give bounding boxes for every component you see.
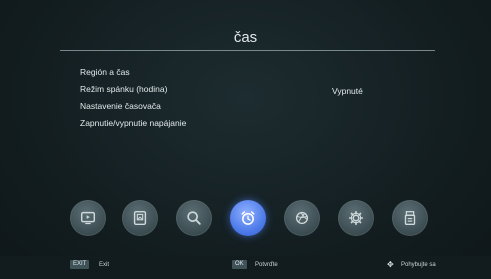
menu-item-timer-settings[interactable]: Nastavenie časovača — [80, 100, 186, 117]
sleep-mode-value: Vypnuté — [332, 86, 363, 96]
footer-hint-bar: EXIT Exit OK Potvrďte ✥ Pohybujte sa — [0, 256, 491, 279]
time-settings-menu: Región a čas Režim spánku (hodina) Nasta… — [80, 66, 186, 134]
alarm-clock-icon[interactable] — [230, 200, 266, 236]
menu-item-power-on-off[interactable]: Zapnutie/vypnutie napájanie — [80, 117, 186, 134]
search-icon[interactable] — [176, 200, 212, 236]
ok-hint-label: Potvrďte — [255, 262, 278, 268]
main-menu-icon-bar — [70, 200, 430, 240]
exit-key-badge: EXIT — [70, 260, 90, 269]
menu-item-sleep-mode[interactable]: Režim spánku (hodina) — [80, 83, 186, 100]
page-title: čas — [233, 29, 258, 46]
exit-hint-label: Exit — [99, 262, 110, 268]
title-divider — [60, 50, 435, 51]
menu-item-region-time[interactable]: Región a čas — [80, 66, 186, 83]
move-hint-label: Pohybujte sa — [401, 262, 436, 268]
gear-icon[interactable] — [338, 200, 374, 236]
globe-icon[interactable] — [284, 200, 320, 236]
tv-icon[interactable] — [70, 200, 106, 236]
picture-icon[interactable] — [122, 200, 158, 236]
usb-icon[interactable] — [392, 200, 428, 236]
move-arrows-icon: ✥ — [387, 260, 394, 269]
ok-key-badge: OK — [232, 260, 247, 269]
